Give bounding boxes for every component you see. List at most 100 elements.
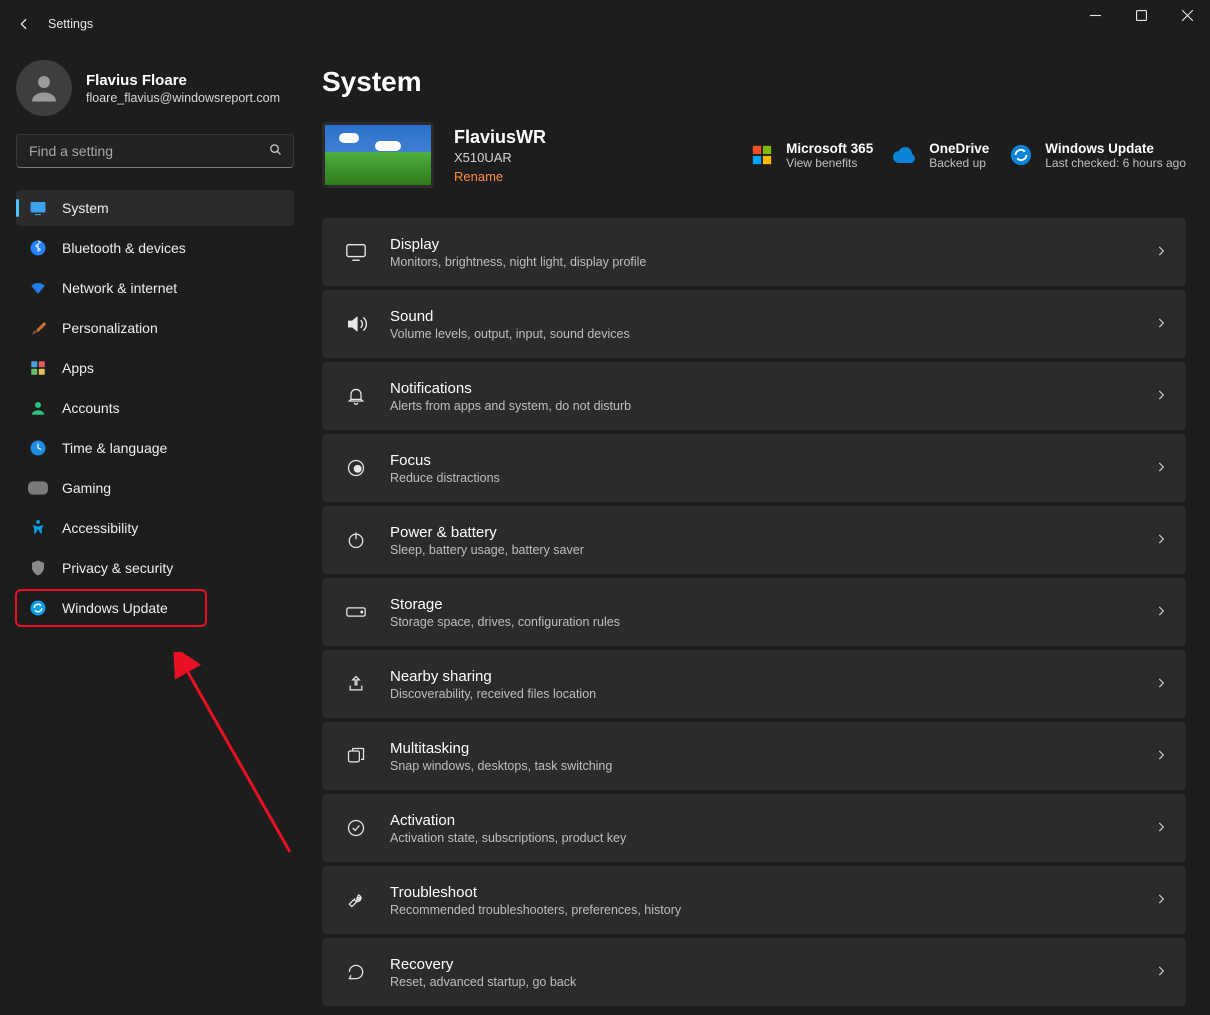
nav-list: System Bluetooth & devices Network & int… <box>16 190 294 626</box>
card-sub: Reduce distractions <box>390 471 1154 485</box>
chevron-right-icon <box>1154 964 1168 981</box>
chevron-right-icon <box>1154 460 1168 477</box>
nav-accounts[interactable]: Accounts <box>16 390 294 426</box>
search-input[interactable] <box>27 142 268 160</box>
brush-icon <box>28 318 48 338</box>
system-icon <box>28 198 48 218</box>
share-icon <box>342 670 370 698</box>
device-model: X510UAR <box>454 150 546 165</box>
card-sound[interactable]: Sound Volume levels, output, input, soun… <box>322 290 1186 358</box>
card-title: Multitasking <box>390 740 1154 757</box>
close-button[interactable] <box>1164 0 1210 30</box>
status-windows-update[interactable]: Windows Update Last checked: 6 hours ago <box>1009 141 1186 170</box>
card-sub: Storage space, drives, configuration rul… <box>390 615 1154 629</box>
account-icon <box>28 398 48 418</box>
m365-icon <box>750 143 774 167</box>
profile-block[interactable]: Flavius Floare floare_flavius@windowsrep… <box>16 60 294 116</box>
status-title: OneDrive <box>929 141 989 156</box>
status-sub: View benefits <box>786 156 873 170</box>
user-email: floare_flavius@windowsreport.com <box>86 91 280 105</box>
nav-windows-update[interactable]: Windows Update <box>16 590 206 626</box>
nav-apps[interactable]: Apps <box>16 350 294 386</box>
device-row: FlaviusWR X510UAR Rename Microsoft 365 V… <box>322 122 1186 188</box>
card-title: Activation <box>390 812 1154 829</box>
card-title: Storage <box>390 596 1154 613</box>
status-onedrive[interactable]: OneDrive Backed up <box>893 141 989 170</box>
card-title: Recovery <box>390 956 1154 973</box>
settings-cards: Display Monitors, brightness, night ligh… <box>322 218 1186 1006</box>
card-sub: Discoverability, received files location <box>390 687 1154 701</box>
shield-icon <box>28 558 48 578</box>
card-title: Notifications <box>390 380 1154 397</box>
nav-personalization[interactable]: Personalization <box>16 310 294 346</box>
clock-icon <box>28 438 48 458</box>
status-title: Windows Update <box>1045 141 1186 156</box>
nav-label: System <box>62 200 109 216</box>
card-recovery[interactable]: Recovery Reset, advanced startup, go bac… <box>322 938 1186 1006</box>
card-title: Display <box>390 236 1154 253</box>
sound-icon <box>342 310 370 338</box>
card-focus[interactable]: Focus Reduce distractions <box>322 434 1186 502</box>
card-nearby[interactable]: Nearby sharing Discoverability, received… <box>322 650 1186 718</box>
nav-label: Windows Update <box>62 600 168 616</box>
nav-label: Network & internet <box>62 280 177 296</box>
search-box[interactable] <box>16 134 294 168</box>
recovery-icon <box>342 958 370 986</box>
card-title: Troubleshoot <box>390 884 1154 901</box>
windows-update-icon <box>28 598 48 618</box>
nav-label: Gaming <box>62 480 111 496</box>
rename-link[interactable]: Rename <box>454 169 546 184</box>
multitasking-icon <box>342 742 370 770</box>
status-title: Microsoft 365 <box>786 141 873 156</box>
nav-system[interactable]: System <box>16 190 294 226</box>
card-sub: Sleep, battery usage, battery saver <box>390 543 1154 557</box>
apps-icon <box>28 358 48 378</box>
wrench-icon <box>342 886 370 914</box>
chevron-right-icon <box>1154 748 1168 765</box>
device-thumbnail[interactable] <box>322 122 434 188</box>
chevron-right-icon <box>1154 388 1168 405</box>
nav-accessibility[interactable]: Accessibility <box>16 510 294 546</box>
card-sub: Monitors, brightness, night light, displ… <box>390 255 1154 269</box>
card-sub: Volume levels, output, input, sound devi… <box>390 327 1154 341</box>
card-troubleshoot[interactable]: Troubleshoot Recommended troubleshooters… <box>322 866 1186 934</box>
sidebar: Flavius Floare floare_flavius@windowsrep… <box>0 48 308 1015</box>
chevron-right-icon <box>1154 676 1168 693</box>
nav-label: Time & language <box>62 440 167 456</box>
minimize-button[interactable] <box>1072 0 1118 30</box>
accessibility-icon <box>28 518 48 538</box>
nav-label: Personalization <box>62 320 158 336</box>
chevron-right-icon <box>1154 316 1168 333</box>
card-multitasking[interactable]: Multitasking Snap windows, desktops, tas… <box>322 722 1186 790</box>
card-power[interactable]: Power & battery Sleep, battery usage, ba… <box>322 506 1186 574</box>
main-content: System FlaviusWR X510UAR Rename Microsof… <box>308 48 1210 1015</box>
nav-label: Accessibility <box>62 520 138 536</box>
card-notifications[interactable]: Notifications Alerts from apps and syste… <box>322 362 1186 430</box>
focus-icon <box>342 454 370 482</box>
chevron-right-icon <box>1154 820 1168 837</box>
card-sub: Snap windows, desktops, task switching <box>390 759 1154 773</box>
user-name: Flavius Floare <box>86 72 280 89</box>
maximize-button[interactable] <box>1118 0 1164 30</box>
card-display[interactable]: Display Monitors, brightness, night ligh… <box>322 218 1186 286</box>
nav-time[interactable]: Time & language <box>16 430 294 466</box>
back-button[interactable] <box>0 0 48 48</box>
bluetooth-icon <box>28 238 48 258</box>
card-storage[interactable]: Storage Storage space, drives, configura… <box>322 578 1186 646</box>
avatar <box>16 60 72 116</box>
card-activation[interactable]: Activation Activation state, subscriptio… <box>322 794 1186 862</box>
nav-label: Privacy & security <box>62 560 173 576</box>
power-icon <box>342 526 370 554</box>
card-sub: Recommended troubleshooters, preferences… <box>390 903 1154 917</box>
back-icon <box>16 16 32 32</box>
storage-icon <box>342 598 370 626</box>
nav-gaming[interactable]: Gaming <box>16 470 294 506</box>
display-icon <box>342 238 370 266</box>
nav-network[interactable]: Network & internet <box>16 270 294 306</box>
status-m365[interactable]: Microsoft 365 View benefits <box>750 141 873 170</box>
nav-privacy[interactable]: Privacy & security <box>16 550 294 586</box>
chevron-right-icon <box>1154 604 1168 621</box>
gamepad-icon <box>28 478 48 498</box>
card-sub: Alerts from apps and system, do not dist… <box>390 399 1154 413</box>
nav-bluetooth[interactable]: Bluetooth & devices <box>16 230 294 266</box>
